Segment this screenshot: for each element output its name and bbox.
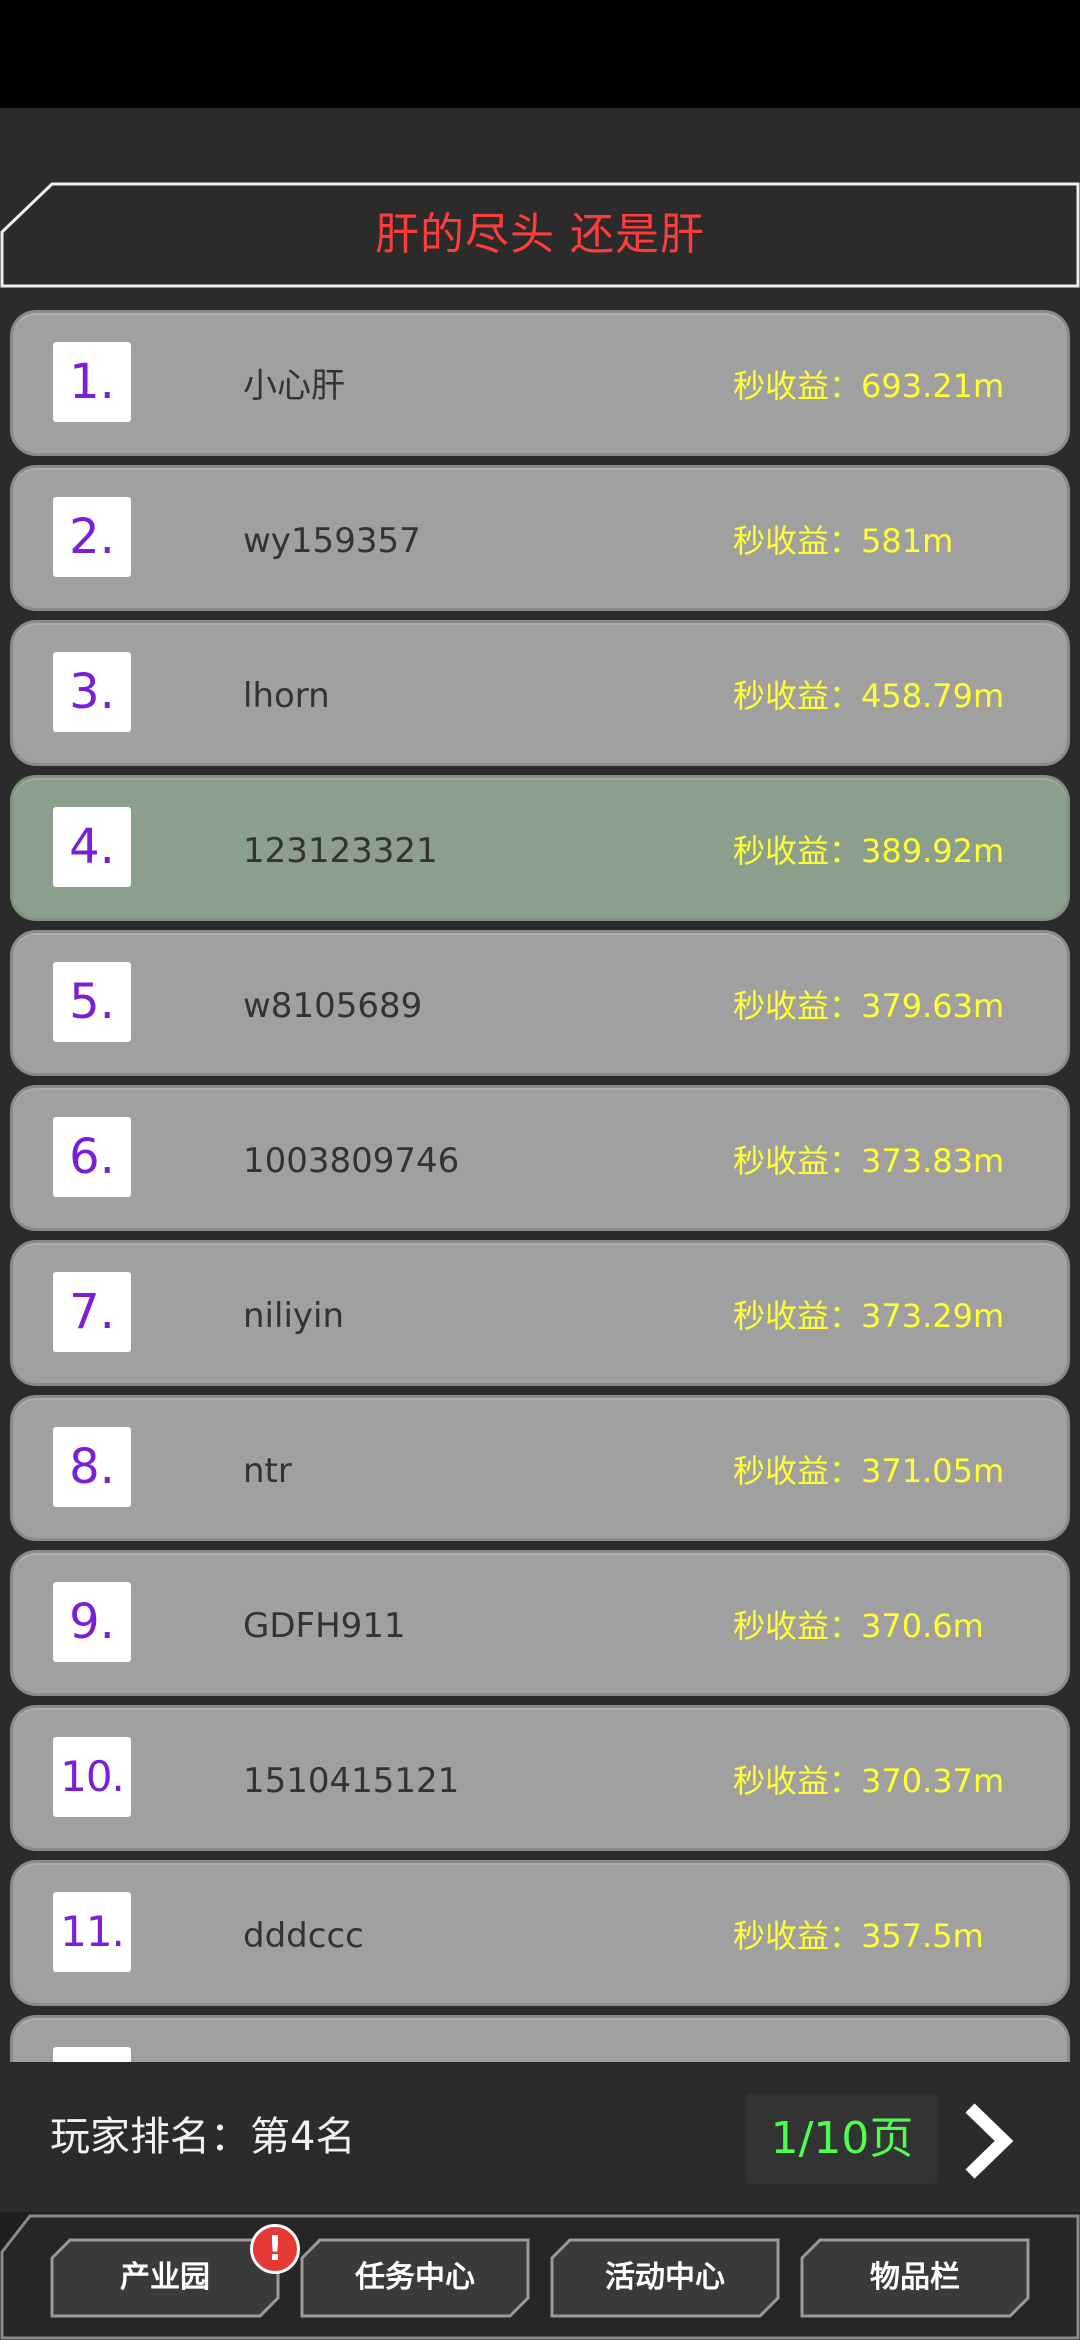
income-per-second: 秒收益：370.6m bbox=[733, 1607, 984, 1645]
next-page-button[interactable] bbox=[950, 2102, 1030, 2180]
leaderboard-row[interactable]: 2. wy159357 秒收益：581m bbox=[10, 465, 1070, 611]
leaderboard-row[interactable] bbox=[10, 2015, 1070, 2062]
leaderboard-row[interactable]: 11. dddccc 秒收益：357.5m bbox=[10, 1860, 1070, 2006]
income-per-second: 秒收益：357.5m bbox=[733, 1917, 984, 1955]
leaderboard-row[interactable]: 10. 1510415121 秒收益：370.37m bbox=[10, 1705, 1070, 1851]
player-rank-bar: 玩家排名：第4名 1/10页 bbox=[0, 2062, 1080, 2212]
rank-badge: 6. bbox=[53, 1117, 131, 1197]
player-name: 1510415121 bbox=[243, 1761, 460, 1801]
rank-badge bbox=[53, 2047, 131, 2062]
leaderboard-row[interactable]: 7. niliyin 秒收益：373.29m bbox=[10, 1240, 1070, 1386]
rank-badge: 1. bbox=[53, 342, 131, 422]
leaderboard-row[interactable]: 5. w8105689 秒收益：379.63m bbox=[10, 930, 1070, 1076]
rank-badge: 3. bbox=[53, 652, 131, 732]
nav-task-center-button[interactable]: 任务中心 bbox=[300, 2238, 530, 2318]
leaderboard-row[interactable]: 8. ntr 秒收益：371.05m bbox=[10, 1395, 1070, 1541]
leaderboard-row[interactable]: 3. lhorn 秒收益：458.79m bbox=[10, 620, 1070, 766]
page-title: 肝的尽头 还是肝 bbox=[375, 209, 705, 260]
leaderboard-row[interactable]: 6. 1003809746 秒收益：373.83m bbox=[10, 1085, 1070, 1231]
player-rank-text: 玩家排名：第4名 bbox=[50, 2114, 356, 2160]
player-name: wy159357 bbox=[243, 521, 421, 561]
leaderboard-row[interactable]: 1. 小心肝 秒收益：693.21m bbox=[10, 310, 1070, 456]
leaderboard-row-current-player[interactable]: 4. 123123321 秒收益：389.92m bbox=[10, 775, 1070, 921]
nav-label: 任务中心 bbox=[355, 2260, 475, 2295]
bottom-nav: 产业园 ! 任务中心 活动中心 物品栏 bbox=[0, 2212, 1080, 2340]
alert-badge: ! bbox=[250, 2224, 300, 2274]
player-name: dddccc bbox=[243, 1916, 364, 1956]
player-name: 123123321 bbox=[243, 831, 438, 871]
rank-badge: 11. bbox=[53, 1892, 131, 1972]
status-bar bbox=[0, 0, 1080, 108]
player-name: 小心肝 bbox=[243, 366, 345, 406]
nav-label: 产业园 bbox=[120, 2260, 210, 2295]
income-per-second: 秒收益：458.79m bbox=[733, 677, 1005, 715]
income-per-second: 秒收益：370.37m bbox=[733, 1762, 1005, 1800]
chevron-right-icon bbox=[965, 2103, 1014, 2179]
rank-badge: 8. bbox=[53, 1427, 131, 1507]
income-per-second: 秒收益：389.92m bbox=[733, 832, 1005, 870]
nav-label: 物品栏 bbox=[870, 2260, 960, 2295]
rank-badge: 9. bbox=[53, 1582, 131, 1662]
income-per-second: 秒收益：581m bbox=[733, 522, 954, 560]
rank-badge: 5. bbox=[53, 962, 131, 1042]
player-name: ntr bbox=[243, 1451, 292, 1491]
income-per-second: 秒收益：373.29m bbox=[733, 1297, 1005, 1335]
nav-inventory-button[interactable]: 物品栏 bbox=[800, 2238, 1030, 2318]
player-name: niliyin bbox=[243, 1296, 345, 1336]
income-per-second: 秒收益：371.05m bbox=[733, 1452, 1005, 1490]
player-name: GDFH911 bbox=[243, 1606, 406, 1646]
leaderboard-list[interactable]: 1. 小心肝 秒收益：693.21m 2. wy159357 秒收益：581m … bbox=[0, 300, 1080, 2062]
title-banner: 肝的尽头 还是肝 bbox=[0, 182, 1080, 288]
leaderboard-row[interactable]: 9. GDFH911 秒收益：370.6m bbox=[10, 1550, 1070, 1696]
rank-badge: 7. bbox=[53, 1272, 131, 1352]
player-name: 1003809746 bbox=[243, 1141, 460, 1181]
income-per-second: 秒收益：379.63m bbox=[733, 987, 1005, 1025]
player-name: w8105689 bbox=[243, 986, 423, 1026]
rank-badge: 10. bbox=[53, 1737, 131, 1817]
income-per-second: 秒收益：693.21m bbox=[733, 367, 1005, 405]
rank-badge: 2. bbox=[53, 497, 131, 577]
nav-industrial-park-button[interactable]: 产业园 bbox=[50, 2238, 280, 2318]
nav-event-center-button[interactable]: 活动中心 bbox=[550, 2238, 780, 2318]
income-per-second: 秒收益：373.83m bbox=[733, 1142, 1005, 1180]
rank-badge: 4. bbox=[53, 807, 131, 887]
player-name: lhorn bbox=[243, 676, 330, 716]
nav-label: 活动中心 bbox=[605, 2260, 725, 2295]
page-indicator: 1/10页 bbox=[746, 2094, 938, 2184]
